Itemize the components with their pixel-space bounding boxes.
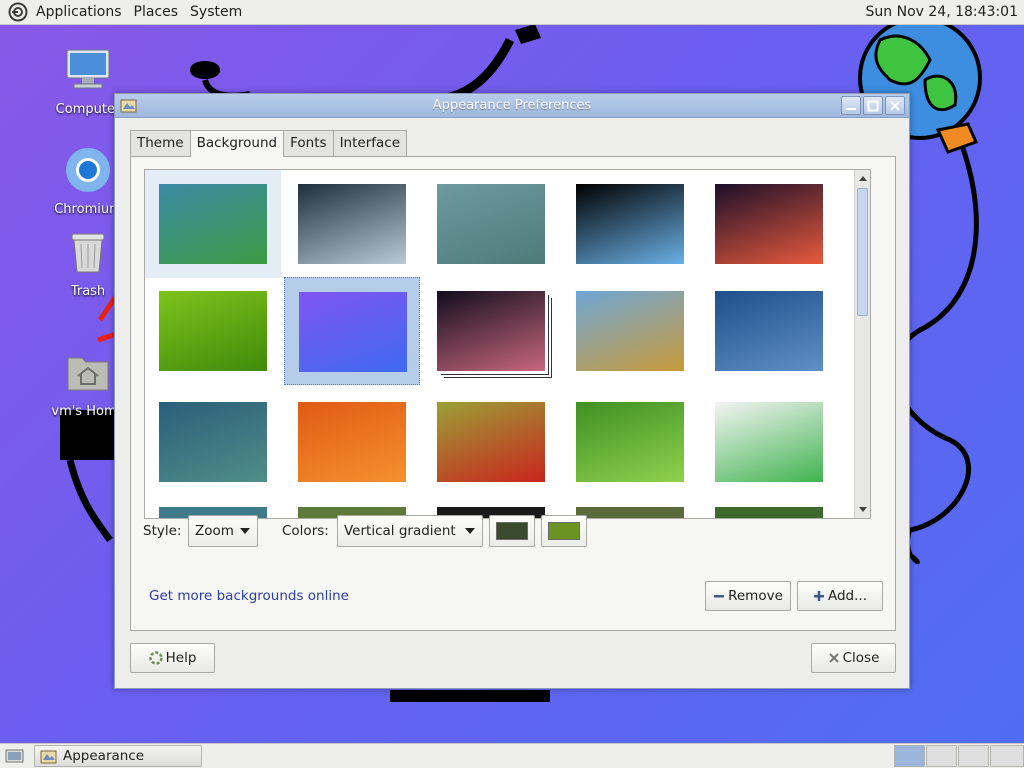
colors-label: Colors: [282,523,329,539]
thumbnail-image [298,184,406,264]
window-title: Appearance Preferences [432,98,592,113]
taskbar-task-label: Appearance Prefere... [63,748,145,764]
thumbnail-image-partial[interactable] [715,507,823,518]
thumbnail-image [159,291,267,371]
background-tab-panel: Style: Zoom Colors: Vertical gradient Ge… [130,156,896,631]
thumbnail-image [159,184,267,264]
plus-icon [813,591,824,601]
background-thumbnail-space-rocket[interactable] [701,170,837,278]
debian-logo-icon[interactable] [8,2,28,22]
background-thumbnail-green-leaf[interactable] [145,277,281,385]
tab-bar: Theme Background Fonts Interface [130,130,408,157]
background-thumbnail-orange-flower[interactable] [284,388,420,496]
thumbnail-image [437,402,545,482]
colors-select-value: Vertical gradient [344,523,456,539]
background-thumbnail-green-gradient[interactable] [145,170,281,278]
chevron-down-icon [465,528,475,534]
menu-places[interactable]: Places [128,0,185,25]
chromium-icon [66,148,110,192]
thumbnail-image [299,292,407,372]
background-thumbnail-arch-prism[interactable] [562,170,698,278]
chevron-down-icon [240,528,250,534]
thumbnail-image [437,291,545,371]
computer-icon [66,49,110,89]
background-thumbnail-logo-white[interactable] [701,388,837,496]
thumbnail-image [437,184,545,264]
thumbnail-image [576,291,684,371]
window-titlebar[interactable]: Appearance Preferences [115,94,909,118]
background-thumbnail-teal-blur[interactable] [423,170,559,278]
remove-button[interactable]: Remove [705,581,791,611]
thumbnail-scrollbar[interactable] [854,170,870,518]
tab-interface[interactable]: Interface [332,130,408,156]
help-icon [148,651,163,665]
background-thumbnail-beach-grass[interactable] [562,277,698,385]
background-thumbnail-blue-waves[interactable] [701,277,837,385]
close-x-icon [828,653,839,663]
background-thumbnail-orion-nebula[interactable] [423,277,559,385]
clock[interactable]: Sun Nov 24, 18:43:01 [866,0,1018,25]
bottom-panel: Appearance Prefere... [0,743,1024,768]
help-button-label: Help [165,650,197,666]
scroll-down-icon[interactable] [858,504,868,514]
get-more-backgrounds-link[interactable]: Get more backgrounds online [149,588,349,604]
trash-icon [71,233,105,273]
primary-color-swatch [496,522,528,540]
minus-icon [714,595,725,598]
workspace-4[interactable] [990,745,1024,767]
add-button[interactable]: Add... [797,581,883,611]
tab-theme[interactable]: Theme [130,130,191,156]
scrollbar-thumb[interactable] [857,188,868,316]
thumbnail-image [576,184,684,264]
background-thumbnail-teal-bubbles[interactable] [145,388,281,496]
thumbnail-image-partial[interactable] [576,507,684,518]
help-button[interactable]: Help [130,643,215,673]
background-thumbnail-red-flower[interactable] [423,388,559,496]
appearance-preferences-window: Appearance Preferences Theme Background … [114,93,910,689]
colors-select[interactable]: Vertical gradient [337,515,483,547]
close-icon [890,101,900,111]
close-button[interactable]: Close [811,643,896,673]
thumbnail-image [298,402,406,482]
secondary-color-button[interactable] [541,515,587,547]
appearance-app-icon [40,750,57,764]
home-folder-icon [67,357,109,391]
taskbar-appearance-button[interactable]: Appearance Prefere... [34,745,202,767]
style-select-value: Zoom [195,523,234,539]
background-thumbnail-grid [144,169,871,519]
workspace-1[interactable] [894,745,925,767]
background-thumbnail-green-grass[interactable] [562,388,698,496]
thumbnail-image [159,402,267,482]
thumbnail-image [715,291,823,371]
style-select[interactable]: Zoom [188,515,258,547]
thumbnail-image [715,402,823,482]
tab-fonts[interactable]: Fonts [283,130,334,156]
menu-system[interactable]: System [184,0,248,25]
scroll-up-icon[interactable] [858,174,868,184]
close-window-button[interactable] [885,96,905,115]
background-thumbnail-tv-wallpaper[interactable] [284,277,420,385]
show-desktop-icon[interactable] [4,746,26,766]
minimize-button[interactable] [841,96,861,115]
close-button-label: Close [842,650,880,666]
menu-applications[interactable]: Applications [30,0,128,25]
add-button-label: Add... [827,588,867,604]
primary-color-button[interactable] [489,515,535,547]
secondary-color-swatch [548,522,580,540]
tab-background[interactable]: Background [189,130,285,157]
maximize-button[interactable] [863,96,883,115]
style-label: Style: [143,523,182,539]
minimize-icon [846,108,856,110]
background-thumbnail-water-drop[interactable] [284,170,420,278]
workspace-2[interactable] [926,745,957,767]
maximize-icon [867,100,879,112]
workspace-3[interactable] [958,745,989,767]
top-panel: Applications Places System Sun Nov 24, 1… [0,0,1024,25]
thumbnail-image [576,402,684,482]
thumbnail-image [715,184,823,264]
remove-button-label: Remove [728,588,783,604]
